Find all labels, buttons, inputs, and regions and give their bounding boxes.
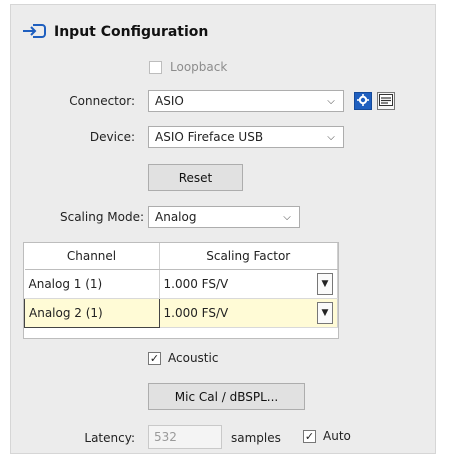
acoustic-option[interactable]: ✓ Acoustic (148, 351, 218, 365)
latency-unit: samples (231, 431, 281, 445)
device-select[interactable]: ASIO Fireface USB ⌵ (148, 126, 344, 148)
auto-label: Auto (323, 429, 351, 443)
chevron-down-icon: ⌵ (327, 131, 335, 143)
auto-checkbox[interactable]: ✓ (303, 429, 316, 443)
dropdown-arrow-icon[interactable]: ▼ (317, 302, 333, 324)
info-card-icon (379, 93, 393, 109)
connector-settings-button[interactable] (354, 92, 372, 110)
scaling-mode-select[interactable]: Analog ⌵ (148, 206, 300, 228)
input-configuration-panel: Input Configuration Loopback Connector: … (10, 4, 436, 454)
loopback-checkbox[interactable] (149, 60, 162, 74)
acoustic-label: Acoustic (168, 351, 219, 365)
dropdown-arrow-icon[interactable]: ▼ (317, 273, 333, 295)
scaling-mode-value: Analog (155, 210, 197, 224)
acoustic-checkbox[interactable]: ✓ (148, 351, 161, 365)
connector-label: Connector: (69, 94, 135, 108)
device-info-button[interactable] (377, 92, 395, 110)
channel-cell: Analog 2 (1) (24, 298, 160, 328)
scaling-factor-cell[interactable]: 1.000 FS/V ▼ (159, 298, 338, 328)
channel-table: Channel Scaling Factor Analog 1 (1) 1.00… (23, 242, 339, 339)
scaling-factor-value: 1.000 FS/V (163, 277, 229, 291)
chevron-down-icon: ⌵ (283, 211, 291, 223)
device-value: ASIO Fireface USB (155, 130, 264, 144)
auto-option[interactable]: ✓ Auto (303, 429, 351, 443)
scaling-mode-label: Scaling Mode: (59, 210, 144, 224)
column-header-channel[interactable]: Channel (24, 243, 160, 270)
table-row[interactable]: Analog 1 (1) 1.000 FS/V ▼ (24, 269, 338, 299)
scaling-factor-cell[interactable]: 1.000 FS/V ▼ (159, 269, 338, 299)
loopback-option[interactable]: Loopback (149, 60, 227, 74)
device-label: Device: (89, 130, 135, 144)
section-header: Input Configuration (22, 21, 208, 43)
table-row[interactable]: Analog 2 (1) 1.000 FS/V ▼ (24, 298, 338, 328)
reset-button[interactable]: Reset (148, 164, 243, 191)
gear-icon (357, 93, 369, 109)
latency-label: Latency: (84, 431, 135, 445)
loopback-label: Loopback (170, 60, 228, 74)
scaling-factor-value: 1.000 FS/V (163, 306, 229, 320)
channel-cell: Analog 1 (1) (24, 269, 160, 299)
mic-cal-button[interactable]: Mic Cal / dBSPL... (148, 383, 305, 410)
connector-select[interactable]: ASIO ⌵ (148, 90, 344, 112)
section-title: Input Configuration (54, 24, 209, 40)
table-header-row: Channel Scaling Factor (24, 243, 338, 270)
column-header-scaling-factor[interactable]: Scaling Factor (159, 243, 338, 270)
input-arrow-icon (22, 22, 46, 43)
latency-input[interactable]: 532 (148, 425, 222, 449)
chevron-down-icon: ⌵ (327, 95, 335, 107)
connector-value: ASIO (155, 94, 184, 108)
